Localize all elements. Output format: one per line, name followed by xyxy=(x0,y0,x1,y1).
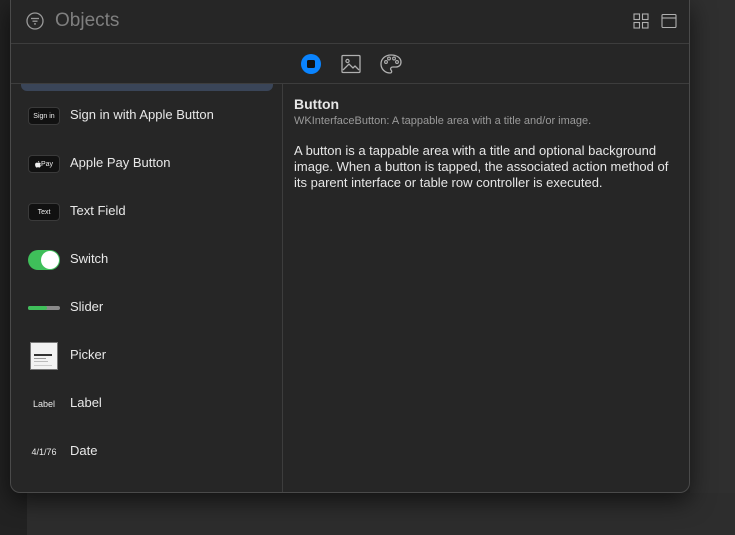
sign-in-with-apple-thumbnail: Sign in xyxy=(27,104,61,128)
apple-pay-thumb-text: Pay xyxy=(40,160,54,168)
objects-icon[interactable] xyxy=(299,52,323,76)
list-item-label: Date xyxy=(70,443,98,458)
date-thumbnail: 4/1/76 xyxy=(27,440,61,464)
list-item-apple-pay-button[interactable]: Pay Apple Pay Button xyxy=(11,140,283,188)
switch-track xyxy=(28,250,60,270)
apple-pay-thumbnail: Pay xyxy=(27,152,61,176)
slider-fill xyxy=(28,306,48,310)
picker-card xyxy=(30,342,58,370)
sign-in-thumb-text: Sign in xyxy=(28,107,60,125)
palette-icon[interactable] xyxy=(379,52,403,76)
list-item-label: Picker xyxy=(70,347,107,362)
list-item-picker[interactable]: Picker xyxy=(11,332,283,380)
image-icon[interactable] xyxy=(339,52,363,76)
label-thumb-text: Label xyxy=(32,399,56,409)
selected-item-highlight xyxy=(21,84,273,91)
list-item-label: Sign in with Apple Button xyxy=(70,107,214,122)
date-thumb-text: 4/1/76 xyxy=(31,447,57,457)
list-item-switch[interactable]: Switch xyxy=(11,236,283,284)
switch-knob xyxy=(41,251,59,269)
background-window-right xyxy=(690,0,735,535)
search-input[interactable] xyxy=(55,9,355,33)
list-item-label[interactable]: Label Label xyxy=(11,380,283,428)
list-item-date[interactable]: 4/1/76 Date xyxy=(11,428,283,476)
text-field-thumbnail: Text xyxy=(27,200,61,224)
text-field-thumb-text: Text xyxy=(28,203,60,221)
object-library-panel: Sign in Sign in with Apple Button Pay Ap… xyxy=(10,0,690,493)
apple-pay-thumb-box: Pay xyxy=(28,155,60,173)
switch-thumbnail xyxy=(27,248,61,272)
detail-subtitle: WKInterfaceButton: A tappable area with … xyxy=(294,115,592,127)
filter-icon[interactable] xyxy=(26,12,44,30)
list-item-label-text: Label xyxy=(70,395,102,410)
grid-view-icon[interactable] xyxy=(633,13,649,29)
list-item-label: Text Field xyxy=(70,203,126,218)
picker-thumbnail xyxy=(27,342,61,370)
detail-pane: Button WKInterfaceButton: A tappable are… xyxy=(283,84,689,492)
list-item-label: Slider xyxy=(70,299,104,314)
object-list[interactable]: Sign in Sign in with Apple Button Pay Ap… xyxy=(11,84,283,492)
library-tab-bar xyxy=(11,44,689,84)
picker-line xyxy=(34,361,48,362)
list-view-icon[interactable] xyxy=(661,13,677,29)
library-header xyxy=(11,0,689,44)
slider-thumbnail xyxy=(27,296,61,320)
picker-line xyxy=(34,354,52,356)
slider-track xyxy=(28,306,60,310)
picker-line xyxy=(34,365,52,366)
picker-line xyxy=(34,358,46,359)
list-item-label: Apple Pay Button xyxy=(70,155,171,170)
background-window-bottom xyxy=(27,493,735,535)
list-item-label: Switch xyxy=(70,251,109,266)
label-thumbnail: Label xyxy=(27,392,61,416)
list-item-sign-in-with-apple-button[interactable]: Sign in Sign in with Apple Button xyxy=(11,92,283,140)
list-item-text-field[interactable]: Text Text Field xyxy=(11,188,283,236)
detail-title: Button xyxy=(294,96,340,112)
list-item-slider[interactable]: Slider xyxy=(11,284,283,332)
detail-description: A button is a tappable area with a title… xyxy=(294,143,669,190)
